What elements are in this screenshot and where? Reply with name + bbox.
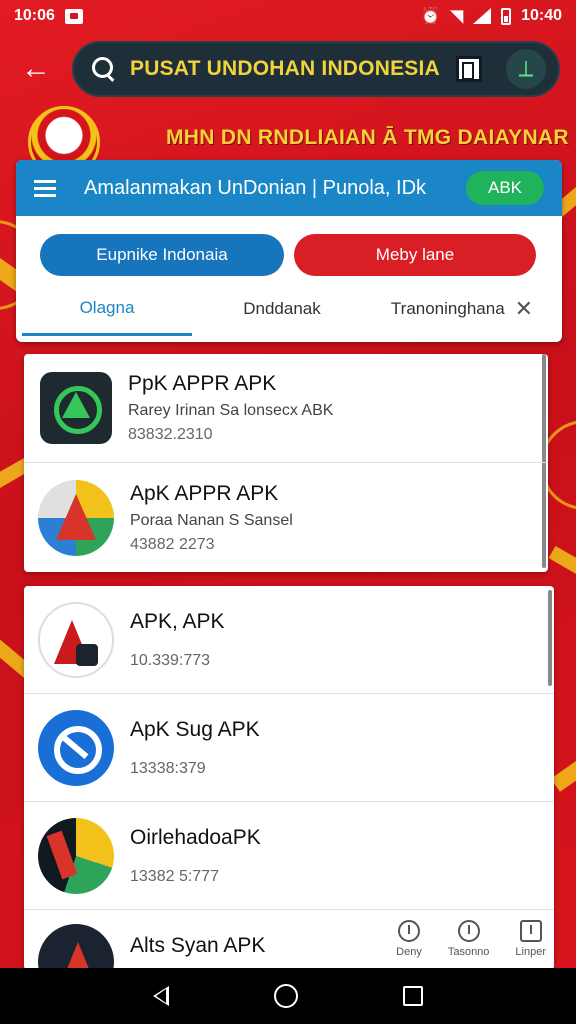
- dark-a-icon: [38, 924, 114, 970]
- search-icon[interactable]: [90, 55, 118, 83]
- list-item[interactable]: ApK APPR APK Poraa Nanan S Sansel 43882 …: [24, 463, 548, 572]
- app-description: Rarey Irinan Sa lonsecx ABK: [128, 402, 334, 419]
- green-triangle-icon: [40, 372, 112, 444]
- list-item[interactable]: OirlehadoaPK 13382 5:777: [24, 802, 554, 910]
- list-item[interactable]: ApK Sug APK 13338:379: [24, 694, 554, 802]
- app-name: APK, APK: [130, 609, 225, 633]
- nav-home-icon[interactable]: [273, 984, 298, 1008]
- notification-icon: [64, 8, 83, 24]
- menu-icon[interactable]: [34, 180, 56, 197]
- app-name: PpK APPR APK: [128, 372, 277, 395]
- app-list-top: PpK APPR APK Rarey Irinan Sa lonsecx ABK…: [24, 354, 548, 572]
- tab-label: Tranoninghana: [390, 299, 505, 318]
- red-a-icon: [38, 601, 114, 678]
- nav-recents-icon[interactable]: [403, 986, 424, 1006]
- status-bar: 10:06 ⏰ ◥ 10:40: [0, 0, 576, 32]
- app-description: Poraa Nanan S Sansel: [130, 511, 293, 529]
- voice-search-icon[interactable]: ⟂: [506, 49, 546, 89]
- top-bar: ← ⟂: [0, 32, 576, 106]
- list-item[interactable]: APK, APK 10.339:773: [24, 586, 554, 694]
- status-time-left: 10:06: [14, 7, 55, 24]
- main-card: Amalanmakan UnDonian | Punola, IDk ABK E…: [16, 160, 562, 342]
- window-icon: [519, 920, 542, 942]
- card-title: Amalanmakan UnDonian | Punola, IDk: [84, 176, 427, 199]
- alarm-icon: ⏰: [420, 8, 441, 25]
- back-arrow-icon[interactable]: ←: [14, 47, 58, 91]
- action-deny[interactable]: Deny: [396, 920, 422, 958]
- user-icon: [457, 920, 480, 942]
- app-name: ApK Sug APK: [130, 717, 260, 741]
- download-icon: [397, 920, 420, 942]
- app-meta: 43882 2273: [130, 535, 215, 553]
- multicolor-app-icon: [38, 817, 114, 894]
- filter-button-left[interactable]: Eupnike Indonaia: [40, 234, 284, 276]
- blue-circle-icon: [38, 709, 114, 786]
- action-label: Deny: [396, 946, 422, 958]
- app-meta: 83832.2310: [128, 426, 213, 443]
- status-time-right: 10:40: [521, 7, 562, 24]
- system-nav-bar: [0, 968, 576, 1024]
- app-meta: 10.339:773: [130, 651, 211, 669]
- banner-text: MHN DN RNDLIAIAN Ā TMG DAIAYNAR: [166, 126, 569, 149]
- tab-dnddanak[interactable]: Dnddanak: [192, 282, 372, 336]
- bottom-action-bar: Deny Tasonno Linper: [396, 908, 546, 970]
- list-item[interactable]: PpK APPR APK Rarey Irinan Sa lonsecx ABK…: [24, 354, 548, 463]
- colorful-a-icon: [38, 479, 114, 556]
- action-label: Tasonno: [447, 946, 490, 958]
- filter-button-right[interactable]: Meby lane: [294, 234, 536, 276]
- app-name: ApK APPR APK: [130, 481, 279, 505]
- close-icon[interactable]: ✕: [515, 296, 533, 322]
- tab-olagna[interactable]: Olagna: [22, 282, 192, 336]
- card-header: Amalanmakan UnDonian | Punola, IDk ABK: [16, 160, 562, 216]
- app-name: OirlehadoaPK: [130, 825, 261, 849]
- action-tasonno[interactable]: Tasonno: [447, 920, 490, 958]
- search-bar[interactable]: ⟂: [72, 41, 560, 97]
- tab-bar: Olagna Dnddanak Tranoninghana ✕: [16, 282, 562, 336]
- app-list-bottom: APK, APK 10.339:773 ApK Sug APK 13338:37…: [24, 586, 554, 970]
- nav-back-icon[interactable]: [152, 986, 169, 1006]
- app-name: Alts Syan APK: [130, 934, 266, 957]
- battery-icon: [501, 7, 512, 25]
- app-meta: 13382 5:777: [130, 867, 219, 885]
- filter-buttons: Eupnike Indonaia Meby lane: [16, 216, 562, 276]
- app-meta: 13338:379: [130, 759, 206, 777]
- action-linper[interactable]: Linper: [515, 920, 546, 958]
- wifi-icon: ◥: [450, 8, 464, 25]
- search-input[interactable]: [130, 57, 456, 81]
- qr-scan-icon[interactable]: [456, 56, 482, 82]
- action-label: Linper: [515, 946, 546, 958]
- tab-tranoninghana[interactable]: Tranoninghana ✕: [372, 282, 552, 336]
- apk-badge-button[interactable]: ABK: [466, 171, 544, 205]
- signal-icon: [473, 8, 492, 24]
